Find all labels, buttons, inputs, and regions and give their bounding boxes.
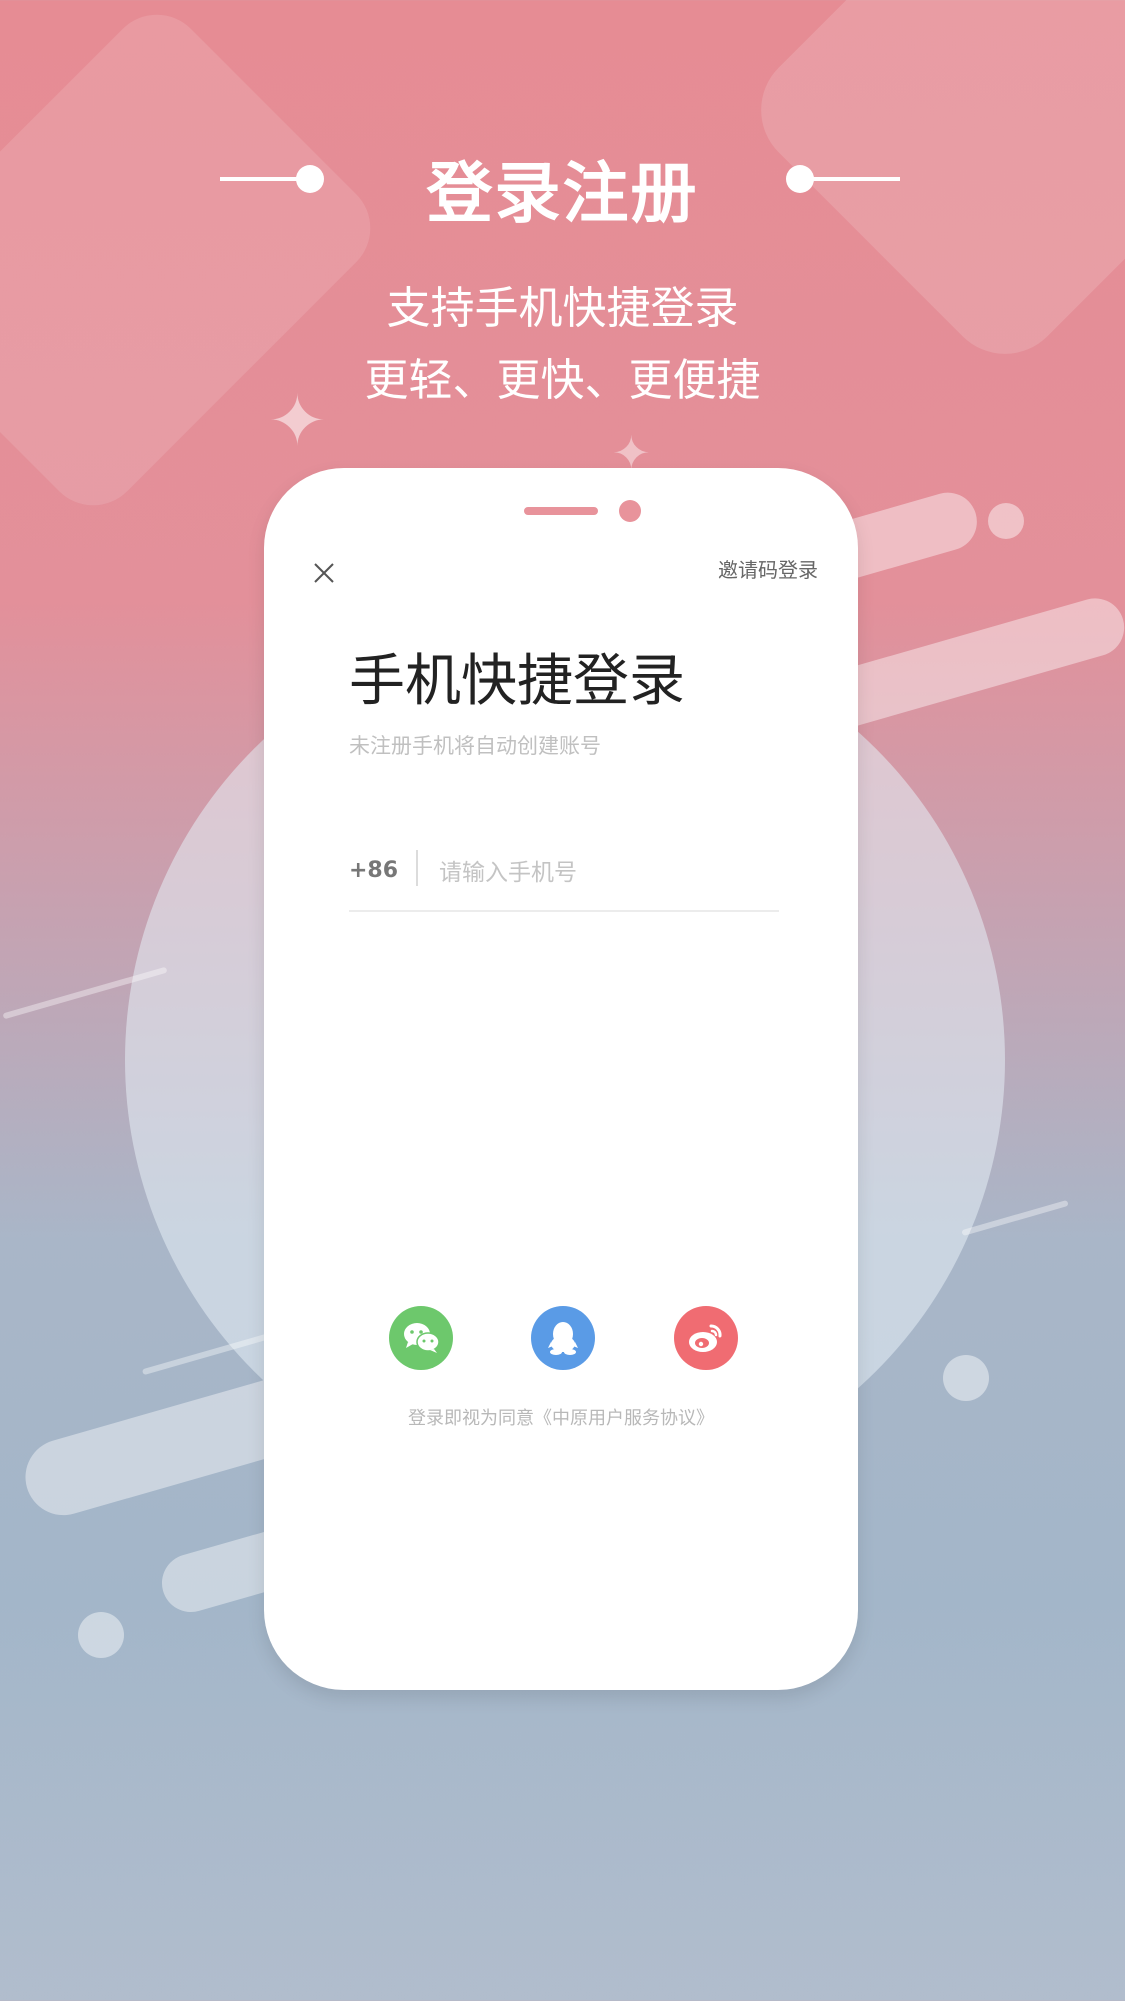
qq-icon	[548, 1322, 578, 1355]
subtitle-line-1: 支持手机快捷登录	[386, 283, 739, 334]
weibo-login-button[interactable]	[674, 1306, 738, 1370]
page-title: 登录注册	[426, 155, 699, 232]
title-divider-right	[800, 177, 900, 181]
qq-login-button[interactable]	[531, 1306, 595, 1370]
wechat-icon	[404, 1323, 440, 1353]
login-hint: 未注册手机将自动创建账号	[349, 734, 601, 758]
background-dot	[943, 1355, 989, 1401]
close-button[interactable]	[304, 553, 344, 593]
background-decoration	[0, 0, 391, 526]
invite-code-login-link[interactable]: 邀请码登录	[718, 554, 818, 583]
login-title: 手机快捷登录	[349, 649, 685, 714]
phone-camera	[619, 500, 641, 522]
header-title-row: 登录注册	[0, 140, 1125, 232]
phone-speaker	[524, 507, 598, 515]
weibo-icon	[689, 1324, 722, 1352]
close-icon	[314, 563, 334, 583]
subtitle-line-2: 更轻、更快、更便捷	[364, 355, 761, 406]
wechat-login-button[interactable]	[389, 1306, 453, 1370]
phone-number-input[interactable]	[437, 854, 771, 892]
background-dot	[78, 1612, 124, 1658]
background-dot	[988, 503, 1024, 539]
phone-mockup: 邀请码登录 手机快捷登录 未注册手机将自动创建账号 +86 请输入手机号 登录即…	[264, 468, 858, 1690]
service-agreement-text[interactable]: 登录即视为同意《中原用户服务协议》	[264, 1404, 858, 1430]
country-code-selector[interactable]: +86	[349, 858, 398, 883]
phone-number-row: +86	[349, 850, 779, 912]
country-code-separator	[416, 850, 418, 886]
